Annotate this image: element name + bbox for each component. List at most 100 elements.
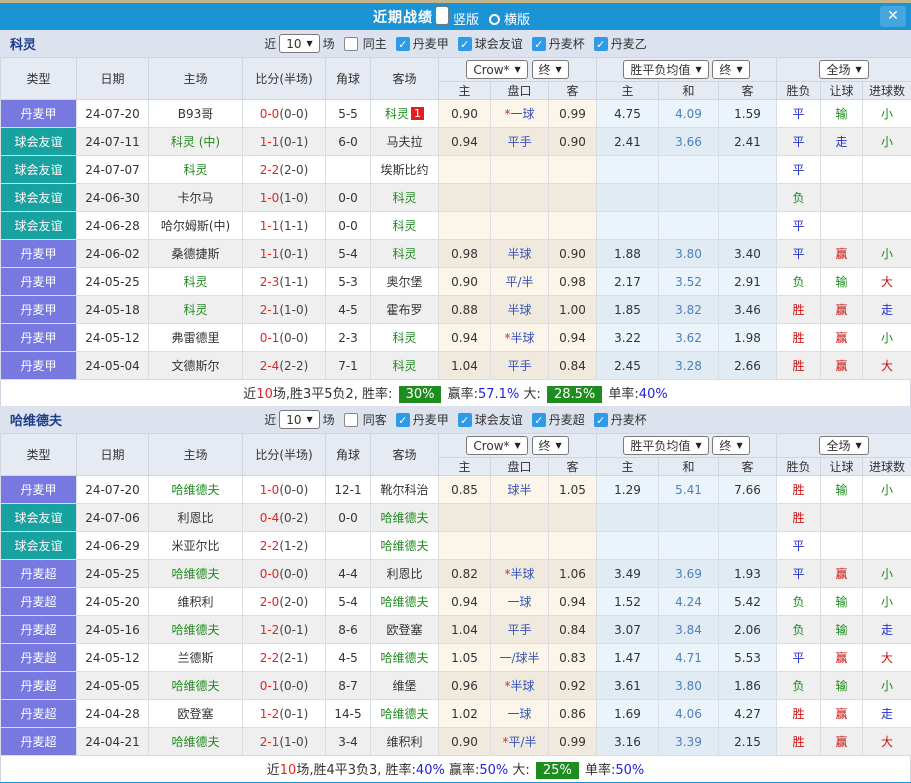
goals-result-cell (863, 504, 911, 532)
close-button[interactable]: ✕ (880, 6, 906, 27)
league-checkbox-label: 球会友谊 (475, 411, 523, 428)
home-odds-cell (439, 532, 491, 560)
league-checkbox[interactable]: ✓ (396, 413, 410, 427)
league-checkbox-label: 球会友谊 (475, 35, 523, 52)
fulltime-select[interactable]: 全场▼ (819, 60, 868, 79)
odds-final-select[interactable]: 终▼ (532, 60, 569, 79)
layout-radio-horizontal[interactable] (489, 14, 500, 25)
handicap-result-cell: 赢 (821, 324, 863, 352)
sections-container: 科灵近10▼场同主✓丹麦甲✓球会友谊✓丹麦杯✓丹麦乙类型日期主场比分(半场)角球… (0, 30, 911, 782)
table-row: 丹麦甲24-05-18科灵2-1(1-0)4-5霍布罗0.88半球1.001.8… (1, 296, 911, 324)
league-checkbox[interactable]: ✓ (594, 37, 608, 51)
goals-result-cell: 走 (863, 296, 911, 324)
goals-result-cell: 小 (863, 128, 911, 156)
handicap-result-cell: 输 (821, 100, 863, 128)
handicap-line: 一球 (507, 707, 531, 721)
handicap-result-cell: 赢 (821, 296, 863, 324)
league-checkbox[interactable]: ✓ (594, 413, 608, 427)
games-count-select[interactable]: 10▼ (279, 410, 319, 429)
league-type-cell: 球会友谊 (1, 504, 77, 532)
sub-column-header-0: 主 (439, 458, 491, 476)
corner-cell: 8-6 (326, 616, 371, 644)
games-count-select[interactable]: 10▼ (279, 34, 319, 53)
odds-company-select[interactable]: Crow*▼ (466, 60, 527, 79)
layout-radio-label: 竖版 (453, 13, 479, 28)
same-venue-checkbox[interactable] (344, 413, 358, 427)
league-checkbox[interactable]: ✓ (532, 37, 546, 51)
date-cell: 24-07-11 (77, 128, 149, 156)
average-cell-2 (719, 184, 777, 212)
corner-cell: 3-4 (326, 728, 371, 756)
same-venue-checkbox[interactable] (344, 37, 358, 51)
wdl-final-select-value: 终 (719, 437, 731, 454)
date-cell: 24-07-20 (77, 476, 149, 504)
home-team-cell: 米亚尔比 (149, 532, 243, 560)
fulltime-score: 2-2 (260, 651, 280, 665)
column-header-3: 比分(半场) (243, 58, 326, 100)
away-odds-cell (549, 212, 597, 240)
fulltime-score: 2-2 (260, 539, 280, 553)
layout-radio-vertical[interactable] (435, 6, 449, 25)
league-type-cell: 球会友谊 (1, 156, 77, 184)
league-checkbox-label: 丹麦甲 (413, 411, 449, 428)
summary-segment: 50% (615, 763, 644, 778)
away-odds-cell: 0.90 (549, 128, 597, 156)
handicap-cell: *半球 (491, 324, 549, 352)
away-odds-cell: 0.90 (549, 240, 597, 268)
league-checkbox[interactable]: ✓ (458, 413, 472, 427)
league-checkbox[interactable]: ✓ (458, 37, 472, 51)
handicap-result-cell: 走 (821, 128, 863, 156)
halftime-score: (0-0) (279, 679, 308, 693)
wdl-average-select[interactable]: 胜平负均值▼ (623, 436, 708, 455)
average-cell-0: 1.52 (597, 588, 659, 616)
wdl-final-select[interactable]: 终▼ (712, 436, 749, 455)
average-cell-0: 2.45 (597, 352, 659, 380)
score-cell: 0-4(0-2) (243, 504, 326, 532)
away-team-cell: 哈维德夫 (371, 644, 439, 672)
section-filter-bar: 科灵近10▼场同主✓丹麦甲✓球会友谊✓丹麦杯✓丹麦乙 (0, 30, 911, 57)
average-cell-0 (597, 184, 659, 212)
wdl-average-select[interactable]: 胜平负均值▼ (623, 60, 708, 79)
goals-result-cell: 小 (863, 588, 911, 616)
chevron-down-icon: ▼ (855, 441, 861, 450)
league-checkbox[interactable]: ✓ (532, 413, 546, 427)
away-odds-cell: 0.99 (549, 728, 597, 756)
home-team-cell: 哈维德夫 (149, 560, 243, 588)
fulltime-score: 2-4 (260, 359, 280, 373)
average-cell-1: 3.80 (659, 240, 719, 268)
halftime-score: (0-0) (279, 567, 308, 581)
home-odds-cell: 0.96 (439, 672, 491, 700)
league-checkbox[interactable]: ✓ (396, 37, 410, 51)
goals-result-cell: 大 (863, 352, 911, 380)
score-cell: 0-0(0-0) (243, 100, 326, 128)
date-cell: 24-05-12 (77, 324, 149, 352)
corner-cell: 4-5 (326, 296, 371, 324)
games-count-select-value: 10 (286, 413, 301, 427)
away-odds-cell: 0.92 (549, 672, 597, 700)
handicap-line: 平手 (507, 135, 531, 149)
away-odds-cell (549, 504, 597, 532)
home-odds-cell (439, 184, 491, 212)
handicap-line: 一/球半 (499, 651, 539, 665)
fulltime-select[interactable]: 全场▼ (819, 436, 868, 455)
date-cell: 24-05-16 (77, 616, 149, 644)
handicap-result-cell: 赢 (821, 728, 863, 756)
average-cell-0: 1.47 (597, 644, 659, 672)
handicap-line: 半球 (510, 331, 534, 345)
away-team-cell: 科灵 (371, 240, 439, 268)
score-cell: 1-1(0-1) (243, 240, 326, 268)
odds-final-select[interactable]: 终▼ (532, 436, 569, 455)
sub-column-header-1: 盘口 (491, 82, 549, 100)
average-cell-2 (719, 212, 777, 240)
sub-column-header-0: 主 (439, 82, 491, 100)
wdl-final-select[interactable]: 终▼ (712, 60, 749, 79)
wdl-result-cell: 胜 (777, 728, 821, 756)
fulltime-header-group: 全场▼ (777, 58, 911, 82)
odds-final-select-value: 终 (539, 61, 551, 78)
handicap-result-cell (821, 212, 863, 240)
odds-company-select[interactable]: Crow*▼ (466, 436, 527, 455)
corner-cell: 0-0 (326, 504, 371, 532)
sub-column-header-8: 进球数 (863, 458, 911, 476)
sub-column-header-6: 胜负 (777, 82, 821, 100)
column-header-1: 日期 (77, 58, 149, 100)
